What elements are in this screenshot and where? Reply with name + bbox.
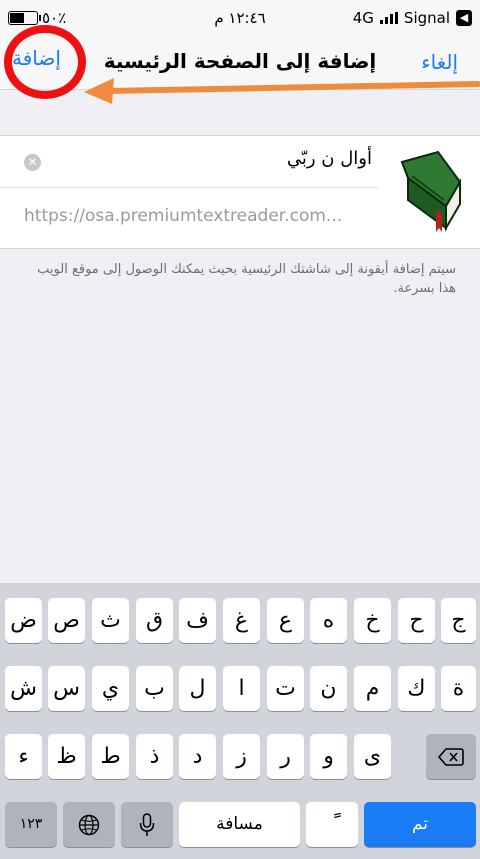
key[interactable]: ت xyxy=(267,666,304,711)
key[interactable]: ط xyxy=(92,734,129,779)
key[interactable]: ي xyxy=(92,666,129,711)
key[interactable]: ق xyxy=(136,598,173,643)
key[interactable]: ش xyxy=(5,666,42,711)
microphone-icon xyxy=(139,813,155,836)
cancel-button[interactable]: إلغاء xyxy=(421,50,458,74)
key[interactable]: م xyxy=(354,666,391,711)
key[interactable]: ث xyxy=(92,598,129,643)
key[interactable]: ك xyxy=(398,666,435,711)
key[interactable]: ع xyxy=(267,598,304,643)
key[interactable]: ا xyxy=(223,666,260,711)
dictation-key[interactable] xyxy=(121,802,173,847)
keyboard: ض ص ث ق ف غ ع ه خ ح ج ش س ي ب ل ا ت ن م … xyxy=(0,583,480,859)
key[interactable]: غ xyxy=(223,598,260,643)
network-status: 4G Signal ◀ xyxy=(353,9,472,27)
clear-text-icon[interactable]: ✕ xyxy=(24,154,41,171)
key[interactable]: ض xyxy=(5,598,42,643)
key[interactable]: ز xyxy=(223,734,260,779)
key[interactable]: خ xyxy=(354,598,391,643)
key[interactable]: ه xyxy=(310,598,347,643)
pointer-arrow xyxy=(84,78,480,104)
done-key[interactable]: تم xyxy=(364,802,476,847)
back-to-app-icon[interactable]: ◀ xyxy=(456,10,472,26)
name-field[interactable]: ✕ أوال ن ربّي xyxy=(0,136,378,188)
bookmark-card: ✕ أوال ن ربّي https://osa.premiumtextrea… xyxy=(0,135,480,249)
globe-icon xyxy=(78,814,100,836)
book-icon xyxy=(400,150,462,232)
key[interactable]: ة xyxy=(441,666,476,711)
tanween-key[interactable]: ًً xyxy=(306,802,358,847)
bookmark-name[interactable]: أوال ن ربّي xyxy=(287,148,372,169)
key[interactable]: ى xyxy=(354,734,391,779)
key[interactable]: ظ xyxy=(48,734,85,779)
signal-bars-icon xyxy=(379,12,398,24)
key[interactable]: ح xyxy=(398,598,435,643)
info-note: سيتم إضافة أيقونة إلى شاشتك الرئيسية بحي… xyxy=(37,262,456,296)
key[interactable]: ف xyxy=(179,598,216,643)
key[interactable]: ب xyxy=(136,666,173,711)
key[interactable]: س xyxy=(48,666,85,711)
space-key[interactable]: مسافة xyxy=(179,802,300,847)
backspace-icon xyxy=(438,748,464,766)
key[interactable]: د xyxy=(179,734,216,779)
highlight-circle xyxy=(4,25,86,99)
carrier-name: Signal xyxy=(403,9,450,27)
key[interactable]: ذ xyxy=(136,734,173,779)
globe-key[interactable] xyxy=(63,802,115,847)
key[interactable]: ص xyxy=(48,598,85,643)
key[interactable]: ر xyxy=(267,734,304,779)
key[interactable]: ل xyxy=(179,666,216,711)
backspace-key[interactable] xyxy=(426,734,476,779)
bookmark-url: https://osa.premiumtextreader.com... xyxy=(24,206,343,226)
key[interactable]: ء xyxy=(5,734,42,779)
key[interactable]: ن xyxy=(310,666,347,711)
key[interactable]: ج xyxy=(441,598,476,643)
numbers-key[interactable]: ١٢٣ xyxy=(5,802,57,847)
network-type: 4G xyxy=(352,9,374,27)
key[interactable]: و xyxy=(310,734,347,779)
